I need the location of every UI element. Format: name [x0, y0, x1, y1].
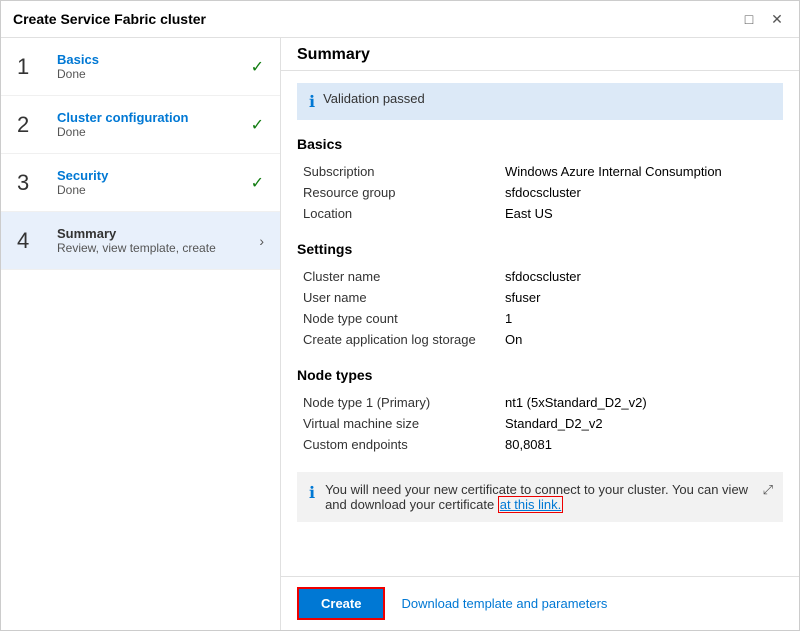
basics-section-title: Basics [297, 136, 783, 152]
row-value: sfdocscluster [501, 267, 781, 286]
close-icon[interactable]: ✕ [767, 9, 787, 29]
row-value: 1 [501, 309, 781, 328]
dialog-title: Create Service Fabric cluster [13, 11, 206, 27]
step-check-1: ✓ [251, 57, 264, 77]
step-info-4: Summary Review, view template, create [57, 226, 251, 255]
row-value: sfuser [501, 288, 781, 307]
row-label: Cluster name [299, 267, 499, 286]
table-row: Virtual machine size Standard_D2_v2 [299, 414, 781, 433]
row-label: Custom endpoints [299, 435, 499, 454]
create-button[interactable]: Create [297, 587, 385, 620]
table-row: User name sfuser [299, 288, 781, 307]
dialog-header-icons: □ ✕ [739, 9, 787, 29]
row-label: Subscription [299, 162, 499, 181]
row-label: Create application log storage [299, 330, 499, 349]
step-sub-4: Review, view template, create [57, 241, 251, 255]
validation-banner: ℹ Validation passed [297, 83, 783, 120]
step-item-summary[interactable]: 4 Summary Review, view template, create … [1, 212, 280, 270]
download-link[interactable]: Download template and parameters [401, 596, 607, 611]
right-footer: Create Download template and parameters [281, 576, 799, 630]
step-name-4: Summary [57, 226, 251, 241]
row-value: nt1 (5xStandard_D2_v2) [501, 393, 781, 412]
basics-table: Subscription Windows Azure Internal Cons… [297, 160, 783, 225]
row-label: Resource group [299, 183, 499, 202]
step-item-security[interactable]: 3 Security Done ✓ [1, 154, 280, 212]
external-link-icon[interactable]: ⤢ [763, 482, 773, 498]
row-label: Node type count [299, 309, 499, 328]
info-icon: ℹ [309, 92, 315, 112]
step-item-cluster-configuration[interactable]: 2 Cluster configuration Done ✓ [1, 96, 280, 154]
step-name-3: Security [57, 168, 243, 183]
cert-text: You will need your new certificate to co… [325, 482, 771, 512]
minimize-icon[interactable]: □ [739, 9, 759, 29]
settings-table: Cluster name sfdocscluster User name sfu… [297, 265, 783, 351]
step-name-1: Basics [57, 52, 243, 67]
row-label: Node type 1 (Primary) [299, 393, 499, 412]
step-sub-2: Done [57, 125, 243, 139]
step-info-1: Basics Done [57, 52, 243, 81]
dialog-body: 1 Basics Done ✓ 2 Cluster configuration … [1, 38, 799, 630]
right-title: Summary [297, 46, 370, 63]
right-content: ℹ Validation passed Basics Subscription … [281, 71, 799, 576]
step-info-2: Cluster configuration Done [57, 110, 243, 139]
row-value: sfdocscluster [501, 183, 781, 202]
row-value: On [501, 330, 781, 349]
cert-link[interactable]: at this link. [498, 496, 563, 513]
node-types-table: Node type 1 (Primary) nt1 (5xStandard_D2… [297, 391, 783, 456]
dialog: Create Service Fabric cluster □ ✕ 1 Basi… [0, 0, 800, 631]
step-sub-3: Done [57, 183, 243, 197]
table-row: Subscription Windows Azure Internal Cons… [299, 162, 781, 181]
table-row: Create application log storage On [299, 330, 781, 349]
row-value: Windows Azure Internal Consumption [501, 162, 781, 181]
table-row: Resource group sfdocscluster [299, 183, 781, 202]
validation-text: Validation passed [323, 91, 425, 106]
table-row: Node type 1 (Primary) nt1 (5xStandard_D2… [299, 393, 781, 412]
dialog-header: Create Service Fabric cluster □ ✕ [1, 1, 799, 38]
step-check-3: ✓ [251, 173, 264, 193]
table-row: Cluster name sfdocscluster [299, 267, 781, 286]
row-label: Location [299, 204, 499, 223]
step-number-2: 2 [17, 112, 45, 138]
step-name-2: Cluster configuration [57, 110, 243, 125]
step-number-3: 3 [17, 170, 45, 196]
table-row: Custom endpoints 80,8081 [299, 435, 781, 454]
left-panel: 1 Basics Done ✓ 2 Cluster configuration … [1, 38, 281, 630]
step-info-3: Security Done [57, 168, 243, 197]
settings-section-title: Settings [297, 241, 783, 257]
right-panel: Summary ℹ Validation passed Basics Subsc… [281, 38, 799, 630]
step-arrow-4: › [259, 233, 264, 249]
row-label: Virtual machine size [299, 414, 499, 433]
step-check-2: ✓ [251, 115, 264, 135]
row-value: Standard_D2_v2 [501, 414, 781, 433]
row-label: User name [299, 288, 499, 307]
table-row: Node type count 1 [299, 309, 781, 328]
step-sub-1: Done [57, 67, 243, 81]
step-item-basics[interactable]: 1 Basics Done ✓ [1, 38, 280, 96]
table-row: Location East US [299, 204, 781, 223]
right-header: Summary [281, 38, 799, 71]
node-types-section-title: Node types [297, 367, 783, 383]
cert-banner: ℹ You will need your new certificate to … [297, 472, 783, 522]
row-value: East US [501, 204, 781, 223]
step-number-1: 1 [17, 54, 45, 80]
cert-info-icon: ℹ [309, 483, 315, 503]
step-number-4: 4 [17, 228, 45, 254]
row-value: 80,8081 [501, 435, 781, 454]
